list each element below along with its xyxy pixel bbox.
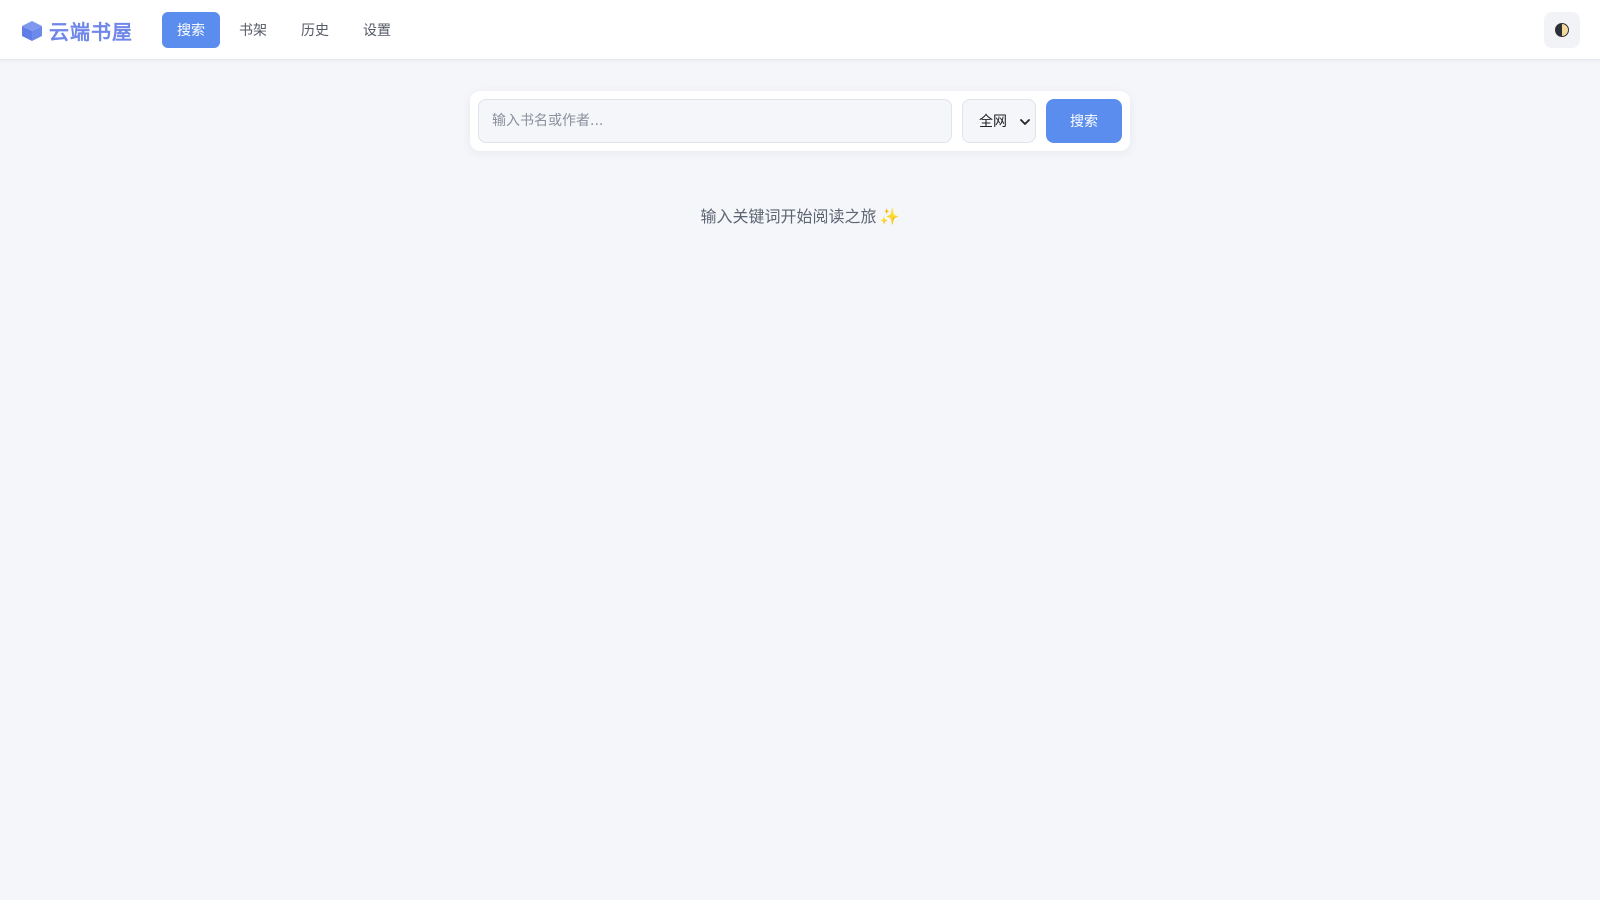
main-nav: 搜索 书架 历史 设置 [162,12,410,48]
chevron-down-icon [1020,119,1030,125]
sparkle-icon: ✨ [879,207,900,226]
brand-logo[interactable]: 云端书屋 [20,17,133,44]
search-scope-value: 全网 [979,114,1007,130]
empty-state-text: 输入关键词开始阅读之旅 [700,207,877,226]
nav-item-settings[interactable]: 设置 [348,12,406,48]
search-button[interactable]: 搜索 [1046,99,1122,143]
nav-item-search[interactable]: 搜索 [162,12,220,48]
search-panel: 全网 搜索 [470,91,1130,151]
contrast-icon [1555,23,1569,37]
app-title: 云端书屋 [49,20,133,44]
theme-toggle-button[interactable] [1544,12,1580,48]
top-bar: 云端书屋 搜索 书架 历史 设置 [0,0,1600,60]
nav-item-history[interactable]: 历史 [286,12,344,48]
nav-item-bookshelf[interactable]: 书架 [224,12,282,48]
search-scope-select[interactable]: 全网 [962,99,1036,143]
search-input[interactable] [478,99,952,143]
cube-icon [22,20,42,41]
empty-state-message: 输入关键词开始阅读之旅 ✨ [0,203,1600,227]
